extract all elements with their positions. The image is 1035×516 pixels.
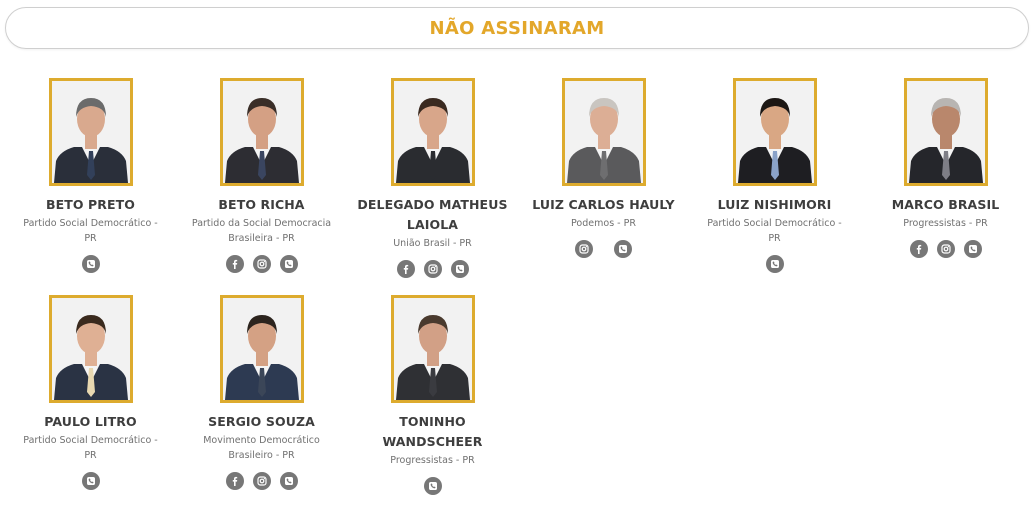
social-icons	[347, 260, 518, 278]
profile-photo[interactable]	[561, 78, 646, 186]
profile-name[interactable]: MARCO BRASIL	[860, 195, 1031, 215]
profile-card[interactable]: PAULO LITRO Partido Social Democrático -…	[5, 295, 176, 490]
profile-photo[interactable]	[390, 78, 475, 186]
instagram-icon[interactable]	[575, 240, 593, 258]
profile-photo[interactable]	[48, 295, 133, 403]
facebook-icon[interactable]	[396, 260, 415, 278]
social-icons	[5, 472, 176, 490]
social-icons	[518, 240, 689, 258]
profile-card[interactable]: BETO RICHA Partido da Social Democracia …	[176, 78, 347, 273]
profile-card[interactable]: DELEGADO MATHEUS LAIOLA União Brasil - P…	[347, 78, 518, 278]
profile-card[interactable]: MARCO BRASIL Progressistas - PR	[860, 78, 1031, 258]
instagram-icon[interactable]	[423, 260, 442, 278]
section-header: NÃO ASSINARAM	[5, 7, 1029, 49]
portrait-image	[222, 298, 301, 400]
profile-party: União Brasil - PR	[393, 238, 472, 249]
social-icons	[176, 472, 347, 490]
phone-icon[interactable]	[423, 477, 442, 495]
phone-icon[interactable]	[81, 472, 100, 490]
phone-icon[interactable]	[614, 240, 632, 258]
profile-party: Progressistas - PR	[390, 455, 475, 466]
instagram-icon[interactable]	[252, 255, 271, 273]
profile-card[interactable]: SERGIO SOUZA Movimento Democrático Brasi…	[176, 295, 347, 490]
profile-card[interactable]: LUIZ NISHIMORI Partido Social Democrátic…	[689, 78, 860, 273]
profile-name[interactable]: TONINHO WANDSCHEER	[347, 412, 518, 452]
phone-icon[interactable]	[963, 240, 982, 258]
profile-card[interactable]: TONINHO WANDSCHEER Progressistas - PR	[347, 295, 518, 495]
portrait-image	[393, 298, 472, 400]
profile-party: Movimento Democrático Brasileiro - PR	[203, 435, 320, 461]
social-icons	[689, 255, 860, 273]
instagram-icon[interactable]	[936, 240, 955, 258]
section-title: NÃO ASSINARAM	[429, 17, 605, 39]
phone-icon[interactable]	[81, 255, 100, 273]
profile-name[interactable]: SERGIO SOUZA	[176, 412, 347, 432]
profile-name[interactable]: BETO RICHA	[176, 195, 347, 215]
profile-photo[interactable]	[219, 295, 304, 403]
profile-name[interactable]: LUIZ NISHIMORI	[689, 195, 860, 215]
profile-card[interactable]: LUIZ CARLOS HAULY Podemos - PR	[518, 78, 689, 258]
social-icons	[860, 240, 1031, 258]
profile-photo[interactable]	[903, 78, 988, 186]
portrait-image	[735, 81, 814, 183]
social-icons	[347, 477, 518, 495]
profile-party: Partido Social Democrático - PR	[707, 218, 842, 244]
profile-photo[interactable]	[390, 295, 475, 403]
instagram-icon[interactable]	[252, 472, 271, 490]
profile-name[interactable]: PAULO LITRO	[5, 412, 176, 432]
portrait-image	[564, 81, 643, 183]
portrait-image	[51, 298, 130, 400]
profile-party: Partido Social Democrático - PR	[23, 218, 158, 244]
portrait-image	[51, 81, 130, 183]
phone-icon[interactable]	[765, 255, 784, 273]
phone-icon[interactable]	[450, 260, 469, 278]
facebook-icon[interactable]	[909, 240, 928, 258]
phone-icon[interactable]	[279, 472, 298, 490]
social-icons	[176, 255, 347, 273]
facebook-icon[interactable]	[225, 472, 244, 490]
portrait-image	[906, 81, 985, 183]
profile-photo[interactable]	[732, 78, 817, 186]
portrait-image	[222, 81, 301, 183]
facebook-icon[interactable]	[225, 255, 244, 273]
profile-name[interactable]: LUIZ CARLOS HAULY	[518, 195, 689, 215]
profile-name[interactable]: BETO PRETO	[5, 195, 176, 215]
profile-party: Podemos - PR	[571, 218, 636, 229]
profile-party: Partido da Social Democracia Brasileira …	[191, 218, 332, 244]
profile-photo[interactable]	[219, 78, 304, 186]
phone-icon[interactable]	[279, 255, 298, 273]
profile-party: Progressistas - PR	[903, 218, 988, 229]
profile-photo[interactable]	[48, 78, 133, 186]
profile-name[interactable]: DELEGADO MATHEUS LAIOLA	[347, 195, 518, 235]
portrait-image	[393, 81, 472, 183]
profile-party: Partido Social Democrático - PR	[23, 435, 158, 461]
social-icons	[5, 255, 176, 273]
profile-card[interactable]: BETO PRETO Partido Social Democrático - …	[5, 78, 176, 273]
